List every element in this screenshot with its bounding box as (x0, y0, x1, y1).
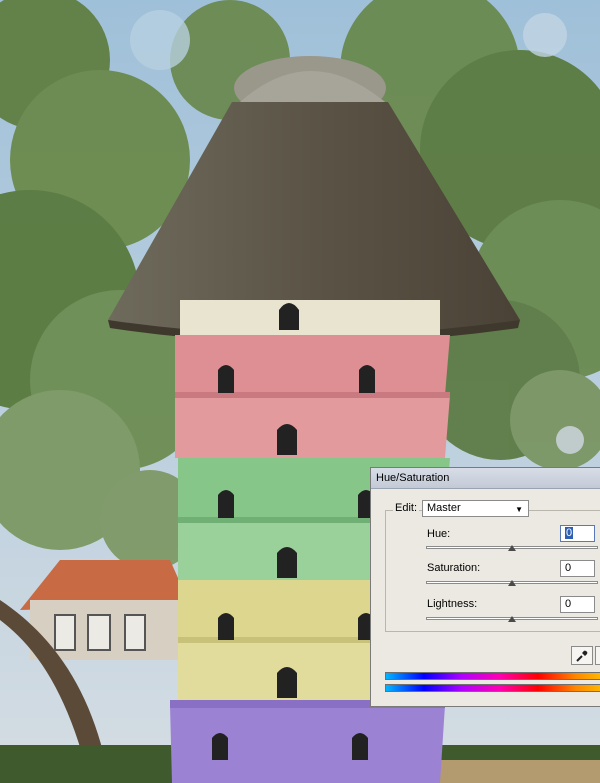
lightness-input[interactable]: 0 (560, 596, 595, 613)
output-spectrum-bar (385, 684, 600, 692)
dropdown-arrow-icon: ▼ (515, 505, 523, 514)
eyedropper-button[interactable] (571, 646, 593, 665)
edit-select[interactable]: Master ▼ (422, 500, 529, 517)
saturation-input[interactable]: 0 (560, 560, 595, 577)
dialog-title[interactable]: Hue/Saturation (371, 468, 600, 489)
hue-label: Hue: (427, 528, 451, 540)
purple-tier (170, 705, 445, 783)
eyedropper-plus-button[interactable] (595, 646, 600, 665)
hue-slider-thumb[interactable] (508, 545, 516, 551)
hue-value: 0 (565, 527, 574, 539)
edit-select-value: Master (427, 502, 461, 514)
saturation-slider-thumb[interactable] (508, 580, 516, 586)
lightness-label: Lightness: (427, 598, 478, 610)
edit-label: Edit: (393, 502, 420, 514)
hue-saturation-dialog: Hue/Saturation Edit: Master ▼ Hue: 0 Sat… (370, 467, 600, 707)
lightness-slider-thumb[interactable] (508, 616, 516, 622)
saturation-label: Saturation: (427, 562, 481, 574)
eyedropper-icon (576, 650, 588, 662)
hue-input[interactable]: 0 (560, 525, 595, 542)
input-spectrum-bar (385, 672, 600, 680)
pink-tier (175, 335, 450, 395)
